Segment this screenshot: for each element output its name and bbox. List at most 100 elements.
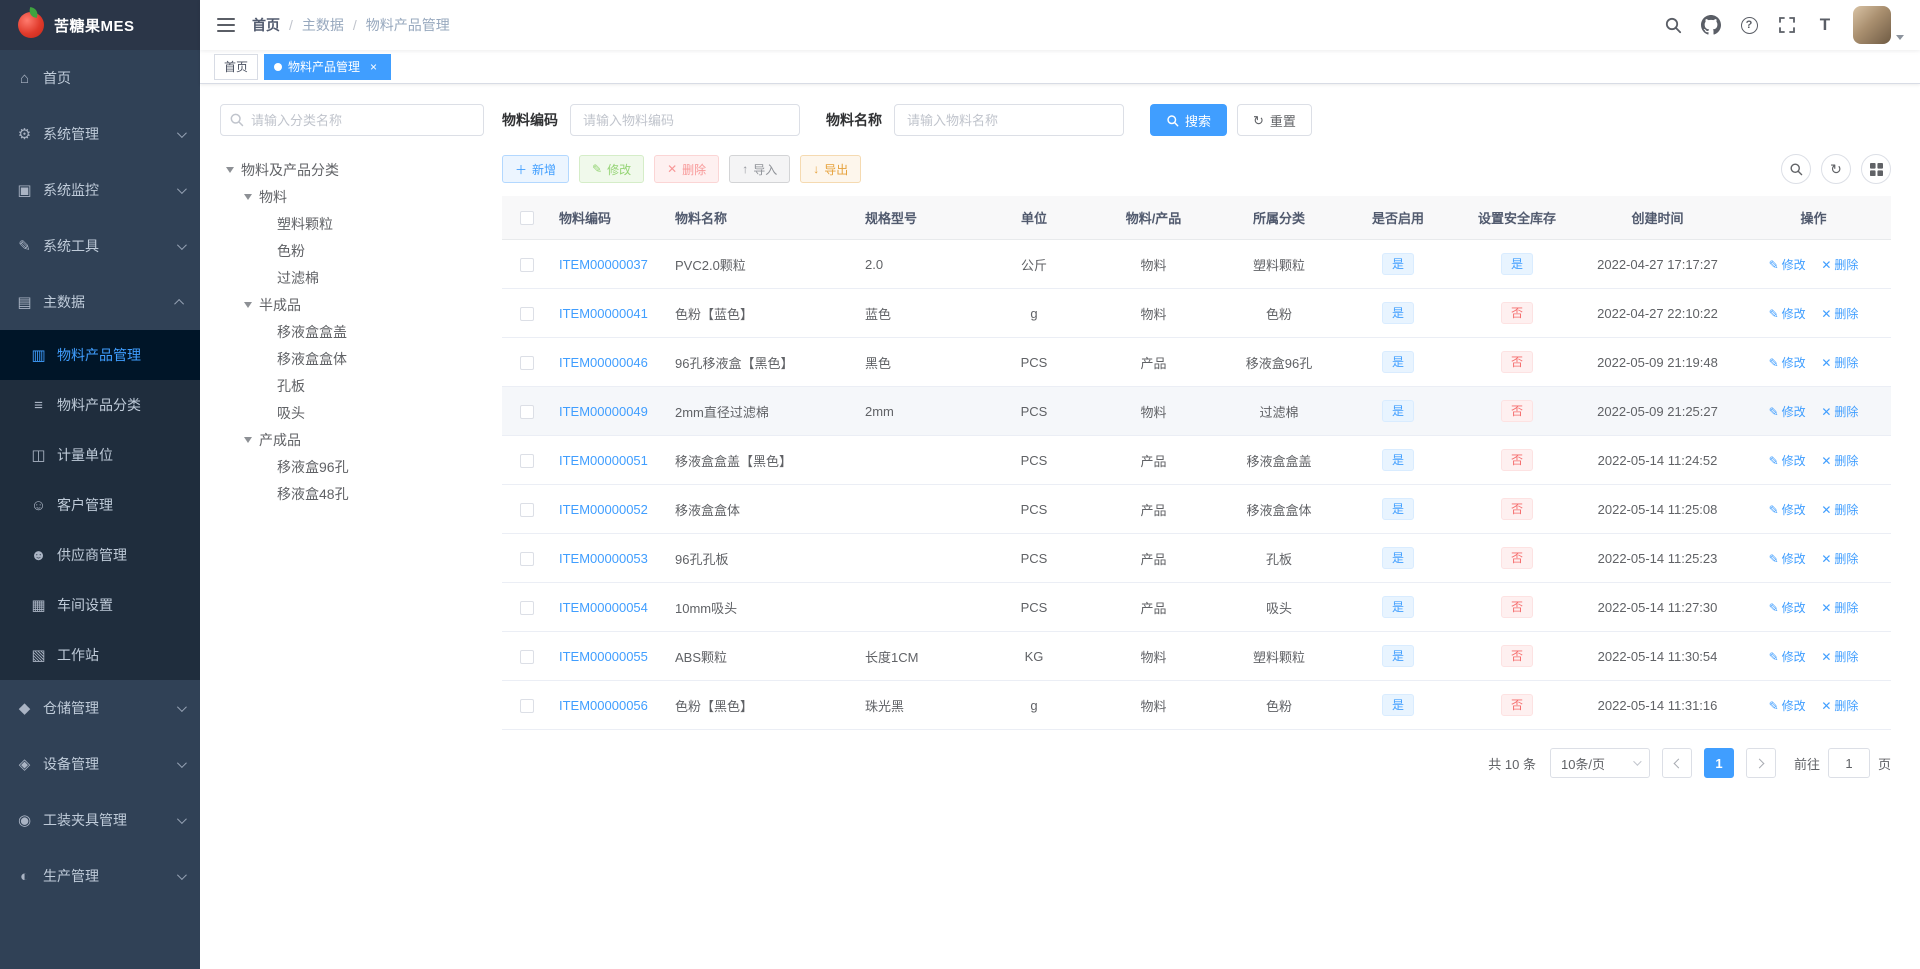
- row-delete-button[interactable]: ✕ 删除: [1821, 601, 1858, 615]
- material-code-link[interactable]: ITEM00000053: [559, 551, 648, 566]
- row-edit-button[interactable]: ✎ 修改: [1769, 454, 1806, 468]
- tree-node[interactable]: 物料及产品分类: [220, 156, 484, 183]
- row-edit-button[interactable]: ✎ 修改: [1769, 405, 1806, 419]
- row-edit-button[interactable]: ✎ 修改: [1769, 650, 1806, 664]
- tree-node[interactable]: 产成品: [220, 426, 484, 453]
- close-icon[interactable]: ×: [366, 59, 381, 74]
- row-edit-button[interactable]: ✎ 修改: [1769, 258, 1806, 272]
- row-delete-button[interactable]: ✕ 删除: [1821, 650, 1858, 664]
- tree-node[interactable]: 吸头: [220, 399, 484, 426]
- material-code-link[interactable]: ITEM00000054: [559, 600, 648, 615]
- material-code-link[interactable]: ITEM00000037: [559, 257, 648, 272]
- sidebar-item[interactable]: ⚙ 系统管理: [0, 106, 200, 162]
- row-edit-button[interactable]: ✎ 修改: [1769, 307, 1806, 321]
- sidebar-subitem[interactable]: ☺ 客户管理: [0, 480, 200, 530]
- tree-node[interactable]: 色粉: [220, 237, 484, 264]
- prev-page-button[interactable]: [1661, 748, 1692, 778]
- category-search-input[interactable]: [220, 104, 484, 136]
- page-size-select[interactable]: 10条/页: [1549, 748, 1650, 778]
- page-1-button[interactable]: 1: [1703, 748, 1734, 778]
- search-button[interactable]: 搜索: [1150, 104, 1228, 136]
- tab-material-management[interactable]: 物料产品管理 ×: [264, 53, 392, 80]
- breadcrumb-home[interactable]: 首页: [252, 15, 280, 35]
- sidebar-item[interactable]: ✎ 系统工具: [0, 218, 200, 274]
- sidebar-subitem[interactable]: ◫ 计量单位: [0, 430, 200, 480]
- tree-node[interactable]: 移液盒盒体: [220, 345, 484, 372]
- row-delete-button[interactable]: ✕ 删除: [1821, 699, 1858, 713]
- material-code-link[interactable]: ITEM00000046: [559, 355, 648, 370]
- tree-node[interactable]: 孔板: [220, 372, 484, 399]
- material-name-input[interactable]: [894, 104, 1124, 136]
- export-button[interactable]: ↓ 导出: [800, 155, 862, 183]
- select-all-checkbox[interactable]: [519, 211, 534, 226]
- tree-node[interactable]: 半成品: [220, 291, 484, 318]
- sidebar-item[interactable]: ⌂ 首页: [0, 50, 200, 106]
- sidebar-item[interactable]: ◈ 设备管理: [0, 736, 200, 792]
- tree-node[interactable]: 物料: [220, 183, 484, 210]
- tree-expand-icon[interactable]: [244, 193, 252, 200]
- github-icon[interactable]: [1701, 15, 1721, 35]
- material-code-link[interactable]: ITEM00000049: [559, 404, 648, 419]
- sidebar-subitem[interactable]: ▧ 工作站: [0, 630, 200, 680]
- row-checkbox[interactable]: [519, 453, 534, 468]
- material-code-link[interactable]: ITEM00000052: [559, 502, 648, 517]
- row-checkbox[interactable]: [519, 551, 534, 566]
- row-checkbox[interactable]: [519, 404, 534, 419]
- sidebar-item[interactable]: ◐ 生产管理: [0, 848, 200, 904]
- row-edit-button[interactable]: ✎ 修改: [1769, 601, 1806, 615]
- row-checkbox[interactable]: [519, 257, 534, 272]
- row-delete-button[interactable]: ✕ 删除: [1821, 307, 1858, 321]
- goto-page-input[interactable]: [1827, 748, 1870, 778]
- tree-expand-icon[interactable]: [244, 436, 252, 443]
- row-edit-button[interactable]: ✎ 修改: [1769, 503, 1806, 517]
- app-logo[interactable]: 苦糖果MES: [0, 0, 200, 50]
- row-checkbox[interactable]: [519, 502, 534, 517]
- sidebar-subitem[interactable]: ☻ 供应商管理: [0, 530, 200, 580]
- tab-home[interactable]: 首页: [214, 53, 259, 80]
- row-checkbox[interactable]: [519, 649, 534, 664]
- hamburger-icon[interactable]: [216, 15, 236, 35]
- tree-node[interactable]: 塑料颗粒: [220, 210, 484, 237]
- import-button[interactable]: ↑ 导入: [729, 155, 791, 183]
- row-edit-button[interactable]: ✎ 修改: [1769, 699, 1806, 713]
- next-page-button[interactable]: [1745, 748, 1776, 778]
- material-code-link[interactable]: ITEM00000056: [559, 698, 648, 713]
- row-edit-button[interactable]: ✎ 修改: [1769, 356, 1806, 370]
- row-edit-button[interactable]: ✎ 修改: [1769, 552, 1806, 566]
- edit-button[interactable]: ✎ 修改: [579, 155, 645, 183]
- row-checkbox[interactable]: [519, 306, 534, 321]
- reset-button[interactable]: ↻ 重置: [1237, 104, 1312, 136]
- row-checkbox[interactable]: [519, 698, 534, 713]
- toggle-search-button[interactable]: [1781, 154, 1811, 184]
- tree-expand-icon[interactable]: [226, 166, 234, 173]
- row-delete-button[interactable]: ✕ 删除: [1821, 503, 1858, 517]
- tree-node[interactable]: 过滤棉: [220, 264, 484, 291]
- refresh-button[interactable]: ↻: [1821, 154, 1851, 184]
- add-button[interactable]: ＋ 新增: [502, 155, 570, 183]
- material-code-link[interactable]: ITEM00000051: [559, 453, 648, 468]
- sidebar-item[interactable]: ▤ 主数据: [0, 274, 200, 330]
- user-menu[interactable]: [1853, 6, 1904, 44]
- material-code-link[interactable]: ITEM00000055: [559, 649, 648, 664]
- fullscreen-icon[interactable]: [1777, 15, 1797, 35]
- tree-node[interactable]: 移液盒盒盖: [220, 318, 484, 345]
- help-icon[interactable]: ?: [1739, 15, 1759, 35]
- row-delete-button[interactable]: ✕ 删除: [1821, 258, 1858, 272]
- sidebar-item[interactable]: ◉ 工装夹具管理: [0, 792, 200, 848]
- sidebar-subitem[interactable]: ▦ 车间设置: [0, 580, 200, 630]
- sidebar-subitem[interactable]: ≡ 物料产品分类: [0, 380, 200, 430]
- sidebar-subitem[interactable]: ▥ 物料产品管理: [0, 330, 200, 380]
- sidebar-item[interactable]: ◆ 仓储管理: [0, 680, 200, 736]
- breadcrumb-master-data[interactable]: 主数据: [302, 15, 344, 35]
- material-code-input[interactable]: [570, 104, 800, 136]
- columns-button[interactable]: [1861, 154, 1891, 184]
- row-delete-button[interactable]: ✕ 删除: [1821, 454, 1858, 468]
- material-code-link[interactable]: ITEM00000041: [559, 306, 648, 321]
- row-delete-button[interactable]: ✕ 删除: [1821, 552, 1858, 566]
- font-size-icon[interactable]: T: [1815, 15, 1835, 35]
- tree-node[interactable]: 移液盒48孔: [220, 480, 484, 507]
- sidebar-item[interactable]: ▣ 系统监控: [0, 162, 200, 218]
- search-icon[interactable]: [1663, 15, 1683, 35]
- delete-button[interactable]: ✕ 删除: [654, 155, 720, 183]
- row-checkbox[interactable]: [519, 600, 534, 615]
